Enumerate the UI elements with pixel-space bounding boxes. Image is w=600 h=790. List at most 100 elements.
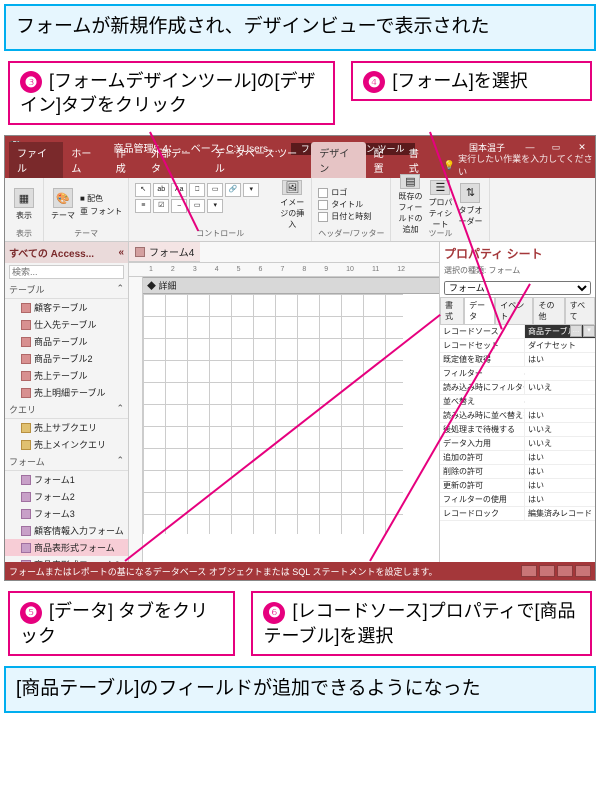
property-row[interactable]: データ入力用いいえ: [440, 437, 595, 451]
control-check-icon[interactable]: ☑: [153, 199, 169, 213]
nav-item[interactable]: 商品表形式フォーム2: [5, 556, 128, 562]
property-row[interactable]: 既定値を取得はい: [440, 353, 595, 367]
property-sheet-button[interactable]: ☰プロパティシート: [427, 183, 453, 227]
nav-item[interactable]: 商品表形式フォーム: [5, 539, 128, 556]
property-row[interactable]: 更新の許可はい: [440, 479, 595, 493]
datetime-button[interactable]: 日付と時刻: [318, 211, 371, 222]
nav-item[interactable]: 顧客テーブル: [5, 299, 128, 316]
theme-button[interactable]: 🎨テーマ: [50, 183, 76, 227]
detail-section-bar[interactable]: ◆ 詳細: [143, 277, 439, 294]
tab-external[interactable]: 外部データ: [143, 142, 207, 178]
property-value[interactable]: いいえ: [524, 423, 595, 436]
close-button[interactable]: ✕: [573, 142, 591, 153]
control-textbox-icon[interactable]: ab: [153, 183, 169, 197]
property-value[interactable]: 編集済みレコード: [524, 507, 595, 520]
view-button[interactable]: ▦表示: [11, 183, 37, 227]
nav-item[interactable]: フォーム2: [5, 488, 128, 505]
nav-item[interactable]: 顧客情報入力フォーム: [5, 522, 128, 539]
tab-dbtools[interactable]: データベース ツール: [207, 142, 311, 178]
dropdown-icon[interactable]: ▾: [583, 325, 595, 337]
nav-item[interactable]: 売上テーブル: [5, 367, 128, 384]
colors-button[interactable]: ■ 配色: [80, 193, 122, 204]
property-value[interactable]: はい: [524, 465, 595, 478]
property-value[interactable]: いいえ: [524, 437, 595, 450]
layout-view-button[interactable]: [557, 565, 573, 577]
control-more-icon[interactable]: ▾: [207, 199, 223, 213]
insert-image-button[interactable]: 🖼イメージの挿入: [279, 183, 305, 227]
tab-create[interactable]: 作成: [108, 142, 143, 178]
logo-button[interactable]: ロゴ: [318, 187, 371, 198]
control-list-icon[interactable]: ≡: [135, 199, 151, 213]
property-row[interactable]: 読み込み時にフィルターを適用いいえ: [440, 381, 595, 395]
property-value[interactable]: はい: [524, 479, 595, 492]
property-value[interactable]: ダイナセット: [524, 339, 595, 352]
control-link-icon[interactable]: 🔗: [225, 183, 241, 197]
property-row[interactable]: 追加の許可はい: [440, 451, 595, 465]
propsheet-selector[interactable]: フォーム: [444, 281, 591, 295]
control-label-icon[interactable]: Aa: [171, 183, 187, 197]
property-value[interactable]: [524, 401, 595, 403]
control-line-icon[interactable]: ⎯: [171, 199, 187, 213]
nav-item[interactable]: 商品テーブル: [5, 333, 128, 350]
tab-arrange[interactable]: 配置: [366, 142, 401, 178]
chevron-left-icon[interactable]: «: [118, 247, 124, 258]
minimize-button[interactable]: —: [521, 142, 539, 153]
form-view-button[interactable]: [521, 565, 537, 577]
property-value[interactable]: はい: [524, 493, 595, 506]
controls-gallery[interactable]: ↖ ab Aa ⎕ ▭ 🔗 ▾ ≡ ☑ ⎯ ▭ ▾: [135, 183, 275, 227]
property-row[interactable]: 並べ替え: [440, 395, 595, 409]
tab-order-button[interactable]: ⇅タブオーダー: [457, 183, 483, 227]
nav-item[interactable]: 売上明細テーブル: [5, 384, 128, 401]
control-combo-icon[interactable]: ▾: [243, 183, 259, 197]
property-value[interactable]: はい: [524, 353, 595, 366]
add-fields-button[interactable]: ▤既存のフィールドの追加: [397, 183, 423, 227]
property-row[interactable]: 読み込み時に並べ替えを適用はい: [440, 409, 595, 423]
nav-header[interactable]: すべての Access... «: [5, 242, 128, 263]
nav-item[interactable]: 売上メインクエリ: [5, 436, 128, 453]
title-button[interactable]: タイトル: [318, 199, 371, 210]
control-btn-icon[interactable]: ⎕: [189, 183, 205, 197]
nav-item[interactable]: 仕入先テーブル: [5, 316, 128, 333]
nav-item[interactable]: フォーム1: [5, 471, 128, 488]
propsheet-tab-すべて[interactable]: すべて: [565, 297, 595, 324]
property-value[interactable]: 商品テーブル▾…: [524, 325, 595, 338]
control-pointer-icon[interactable]: ↖: [135, 183, 151, 197]
tab-file[interactable]: ファイル: [9, 142, 63, 178]
design-view-button[interactable]: [575, 565, 591, 577]
nav-cat-queries[interactable]: クエリ⌃: [5, 401, 128, 419]
tell-me[interactable]: 💡 実行したい作業を入力してください: [444, 152, 595, 178]
tab-format[interactable]: 書式: [401, 142, 436, 178]
propsheet-tab-データ[interactable]: データ: [464, 297, 495, 324]
object-selector[interactable]: フォーム: [444, 281, 591, 295]
builder-icon[interactable]: …: [570, 325, 582, 337]
nav-item[interactable]: 商品テーブル2: [5, 350, 128, 367]
design-grid[interactable]: [143, 294, 403, 534]
nav-item[interactable]: フォーム3: [5, 505, 128, 522]
datasheet-view-button[interactable]: [539, 565, 555, 577]
property-value[interactable]: いいえ: [524, 381, 595, 394]
property-row[interactable]: レコードソース商品テーブル▾…: [440, 325, 595, 339]
nav-item[interactable]: 売上サブクエリ: [5, 419, 128, 436]
document-tab[interactable]: フォーム4: [129, 242, 200, 262]
search-input[interactable]: [9, 265, 124, 279]
propsheet-tab-書式[interactable]: 書式: [440, 297, 464, 324]
property-value[interactable]: はい: [524, 409, 595, 422]
property-row[interactable]: フィルターの使用はい: [440, 493, 595, 507]
property-row[interactable]: フィルター: [440, 367, 595, 381]
design-surface[interactable]: ◆ 詳細: [143, 277, 439, 562]
property-value[interactable]: はい: [524, 451, 595, 464]
property-row[interactable]: レコードセットダイナセット: [440, 339, 595, 353]
tab-home[interactable]: ホーム: [63, 142, 107, 178]
control-tab-icon[interactable]: ▭: [207, 183, 223, 197]
property-value[interactable]: [524, 373, 595, 375]
fonts-button[interactable]: 亜 フォント: [80, 206, 122, 217]
property-row[interactable]: 後処理まで待機するいいえ: [440, 423, 595, 437]
propsheet-tab-イベント[interactable]: イベント: [495, 297, 533, 324]
nav-cat-tables[interactable]: テーブル⌃: [5, 281, 128, 299]
property-row[interactable]: レコードロック編集済みレコード: [440, 507, 595, 521]
propsheet-tab-その他[interactable]: その他: [533, 297, 564, 324]
tab-design[interactable]: デザイン: [311, 142, 365, 178]
control-rect-icon[interactable]: ▭: [189, 199, 205, 213]
property-row[interactable]: 削除の許可はい: [440, 465, 595, 479]
nav-cat-forms[interactable]: フォーム⌃: [5, 453, 128, 471]
